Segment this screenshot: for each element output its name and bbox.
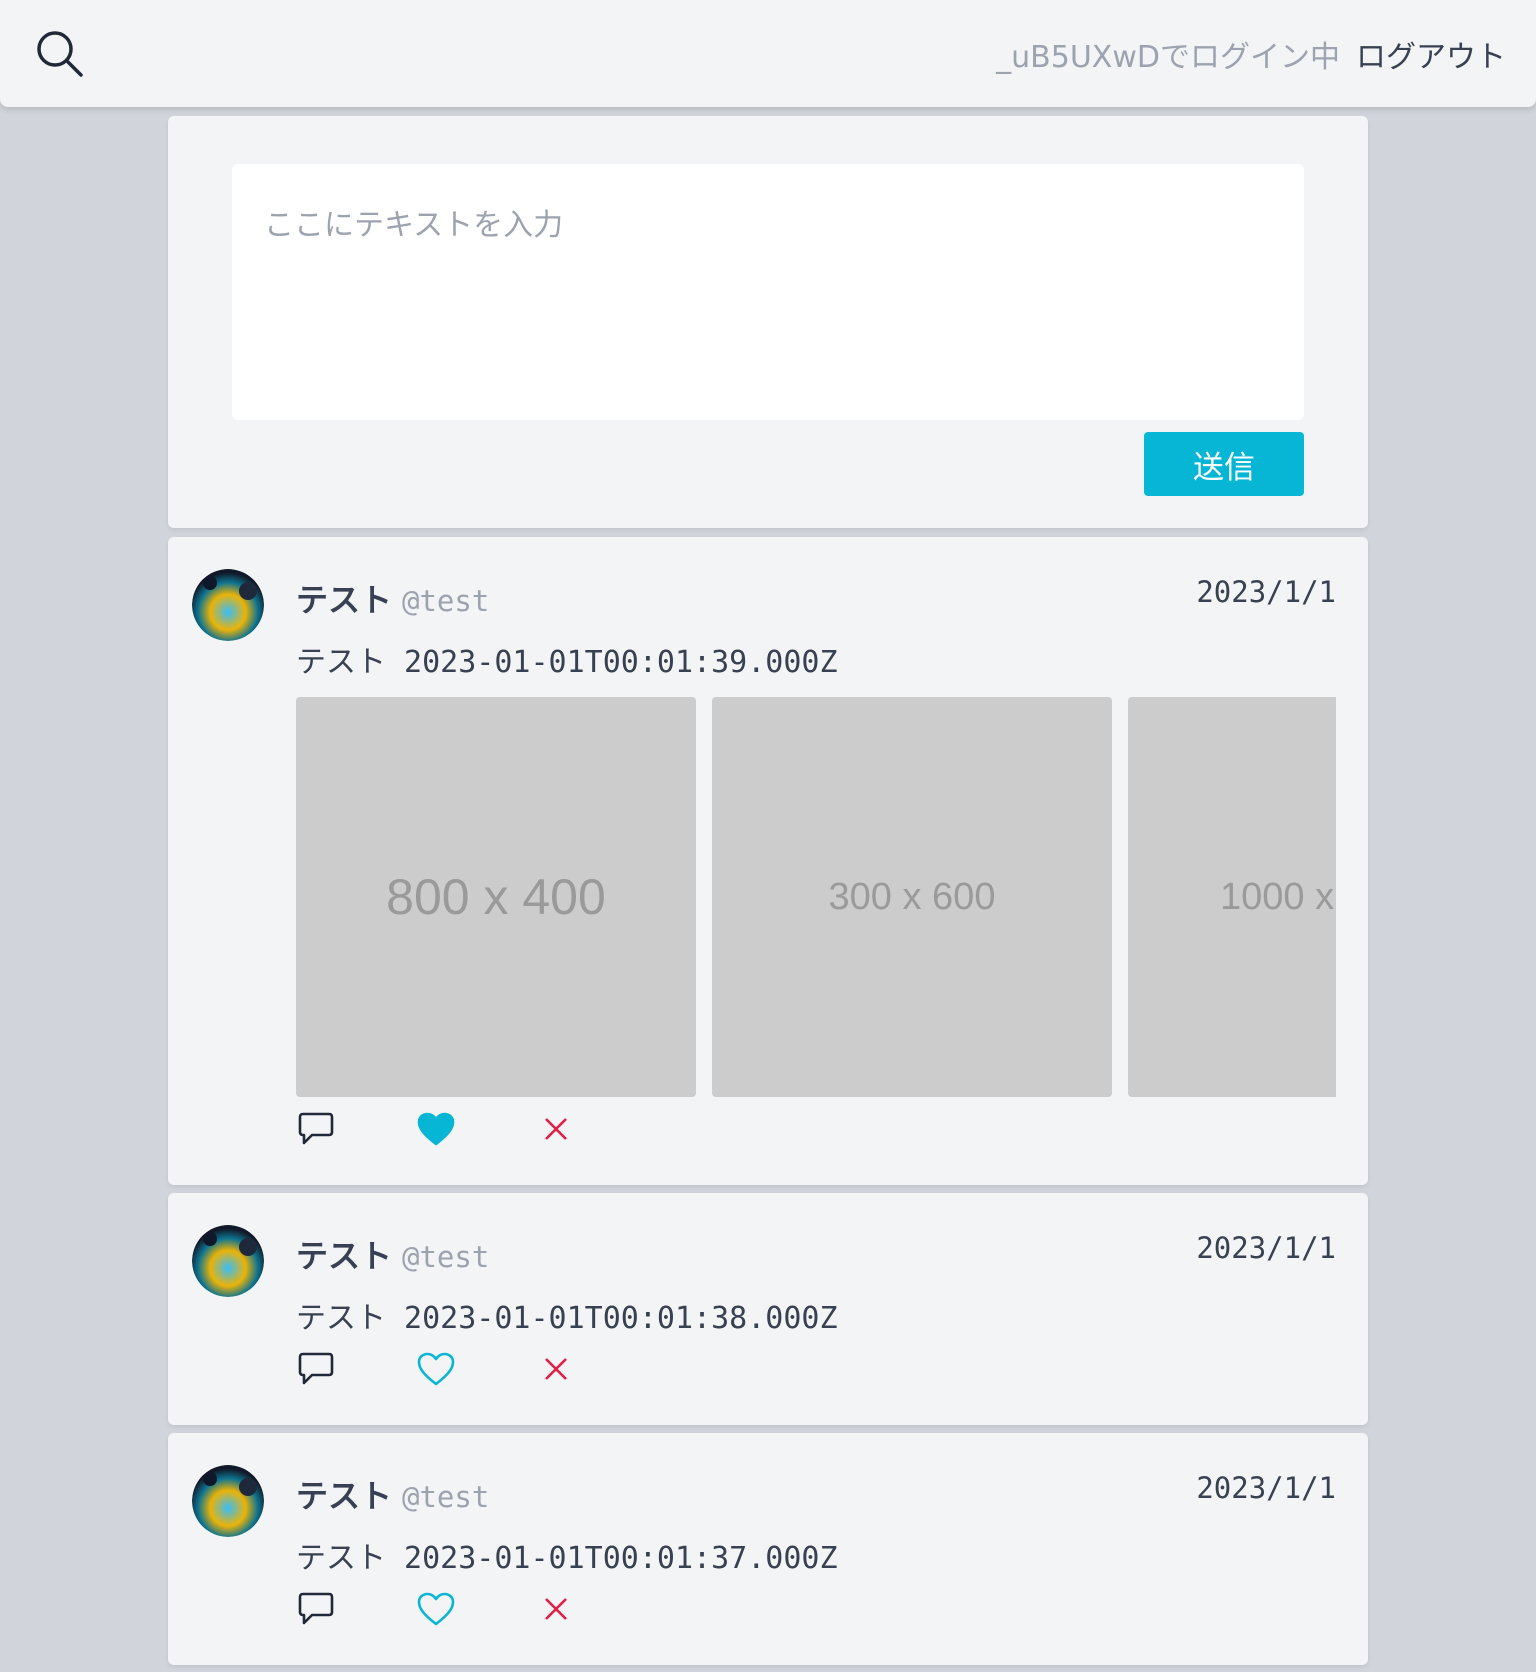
media-image[interactable]: 300 x 600 [712,697,1112,1097]
avatar[interactable] [192,1225,264,1297]
post-text: テスト 2023-01-01T00:01:37.000Z [296,1541,838,1576]
search-button[interactable] [30,26,90,86]
search-icon [35,29,85,83]
post-card: テスト @test 2023/1/1 テスト 2023-01-01T00:01:… [168,1193,1368,1425]
delete-button[interactable] [536,1111,576,1151]
send-button[interactable]: 送信 [1144,432,1304,496]
avatar[interactable] [192,569,264,641]
delete-icon [543,1596,569,1626]
post-date: 2023/1/1 [1196,1231,1336,1265]
logout-link[interactable]: ログアウト [1356,32,1506,76]
reply-button[interactable] [296,1591,336,1631]
delete-button[interactable] [536,1351,576,1391]
media-image[interactable]: 1000 x [1128,697,1336,1097]
reply-icon [297,1351,335,1391]
reply-button[interactable] [296,1111,336,1151]
post-composer: 送信 [168,116,1368,528]
delete-button[interactable] [536,1591,576,1631]
user-handle[interactable]: @test [402,1480,489,1514]
avatar[interactable] [192,1465,264,1537]
post-date: 2023/1/1 [1196,575,1336,609]
like-button[interactable] [416,1591,456,1631]
display-name[interactable]: テスト [296,1471,392,1517]
delete-icon [543,1116,569,1146]
heart-outline-icon [417,1592,455,1630]
display-name[interactable]: テスト [296,575,392,621]
account-area: _uB5UXwDでログイン中 ログアウト [996,30,1506,78]
post-actions [296,1351,576,1391]
top-bar: _uB5UXwDでログイン中 ログアウト [0,0,1536,107]
heart-outline-icon [417,1352,455,1390]
post-actions [296,1111,576,1151]
like-button[interactable] [416,1111,456,1151]
display-name[interactable]: テスト [296,1231,392,1277]
media-gallery: 800 x 400 300 x 600 1000 x [296,697,1336,1097]
post-author: テスト @test [296,1471,489,1517]
reply-button[interactable] [296,1351,336,1391]
like-button[interactable] [416,1351,456,1391]
post-text-input[interactable] [232,164,1304,420]
post-text: テスト 2023-01-01T00:01:39.000Z [296,645,838,680]
user-handle[interactable]: @test [402,1240,489,1274]
login-status: _uB5UXwDでログイン中 [996,40,1340,75]
user-handle[interactable]: @test [402,584,489,618]
post-author: テスト @test [296,575,489,621]
post-date: 2023/1/1 [1196,1471,1336,1505]
post-card: テスト @test 2023/1/1 テスト 2023-01-01T00:01:… [168,537,1368,1185]
media-image[interactable]: 800 x 400 [296,697,696,1097]
delete-icon [543,1356,569,1386]
post-author: テスト @test [296,1231,489,1277]
heart-filled-icon [417,1112,455,1150]
post-actions [296,1591,576,1631]
reply-icon [297,1111,335,1151]
reply-icon [297,1591,335,1631]
post-text: テスト 2023-01-01T00:01:38.000Z [296,1301,838,1336]
post-card: テスト @test 2023/1/1 テスト 2023-01-01T00:01:… [168,1433,1368,1665]
